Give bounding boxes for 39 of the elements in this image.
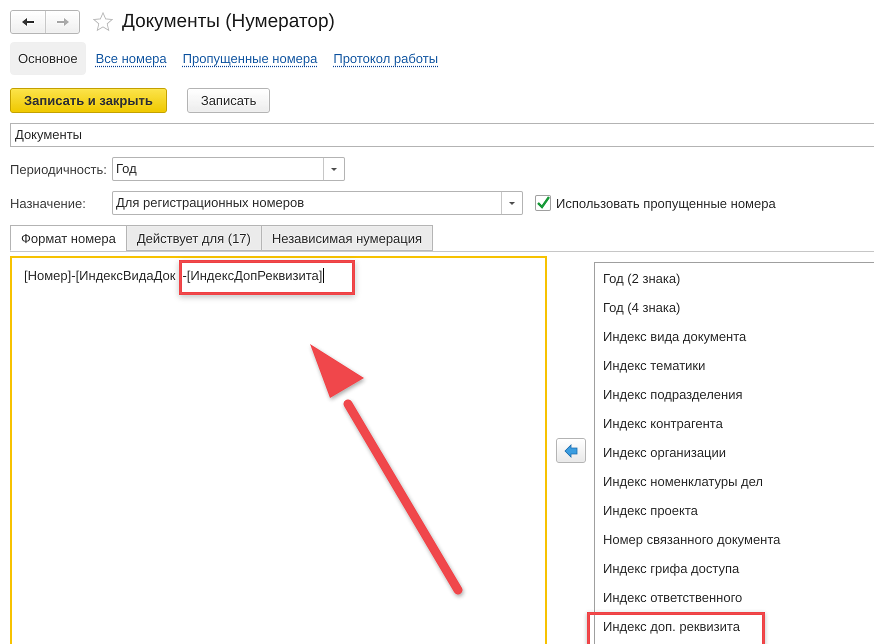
checkbox-label: Использовать пропущенные номера — [556, 196, 776, 210]
list-item[interactable]: Индекс тематики — [595, 351, 874, 380]
list-item[interactable]: Год (2 знака) — [595, 264, 874, 293]
left-arrow-icon — [21, 17, 35, 27]
section-link[interactable]: Все номера — [90, 42, 173, 75]
list-item[interactable]: Индекс вида документа — [595, 322, 874, 351]
tab[interactable]: Независимая нумерация — [260, 225, 434, 251]
list-item[interactable]: Индекс организации — [595, 438, 874, 467]
section-link[interactable]: Протокол работы — [327, 42, 444, 75]
list-item[interactable]: Индекс доп. реквизита — [587, 612, 765, 644]
list-item[interactable]: Индекс грифа доступа — [595, 554, 874, 583]
format-text: [Номер]-[ИндексВидаДок — [24, 268, 176, 283]
list-item[interactable]: Индекс ответственного — [595, 583, 874, 612]
field-label: Периодичность: — [10, 162, 108, 176]
dropdown-field[interactable]: Год — [112, 157, 345, 181]
tab[interactable]: Формат номера — [10, 225, 127, 251]
list-item[interactable]: Индекс номенклатуры дел — [595, 467, 874, 496]
list-item[interactable]: Индекс подразделения — [595, 380, 874, 409]
section-link[interactable]: Основное — [10, 42, 86, 75]
window-title: Документы (Нумератор) — [122, 11, 335, 33]
list-item[interactable]: Индекс проекта — [595, 496, 874, 525]
dropdown-caret-icon — [330, 166, 338, 172]
format-text: -[ИндексДопРеквизита] — [179, 260, 356, 295]
save-button[interactable]: Записать — [186, 88, 270, 113]
insert-button[interactable] — [556, 438, 586, 463]
tab[interactable]: Действует для (17) — [126, 225, 262, 251]
name-field[interactable]: Документы — [10, 123, 874, 147]
dropdown-caret-icon — [508, 200, 516, 206]
save-and-close-button[interactable]: Записать и закрыть — [10, 88, 167, 113]
field-label: Назначение: — [10, 196, 87, 210]
star-icon[interactable] — [92, 11, 114, 33]
list-item[interactable]: Индекс контрагента — [595, 409, 874, 438]
left-arrow-icon — [564, 444, 578, 458]
dropdown-field[interactable]: Для регистрационных номеров — [112, 191, 523, 215]
right-arrow-icon — [56, 17, 70, 27]
section-link[interactable]: Пропущенные номера — [176, 42, 324, 75]
list-item[interactable]: Год (4 знака) — [595, 293, 874, 322]
checkbox[interactable] — [535, 195, 551, 211]
list-item[interactable]: Номер связанного документа — [595, 525, 874, 554]
